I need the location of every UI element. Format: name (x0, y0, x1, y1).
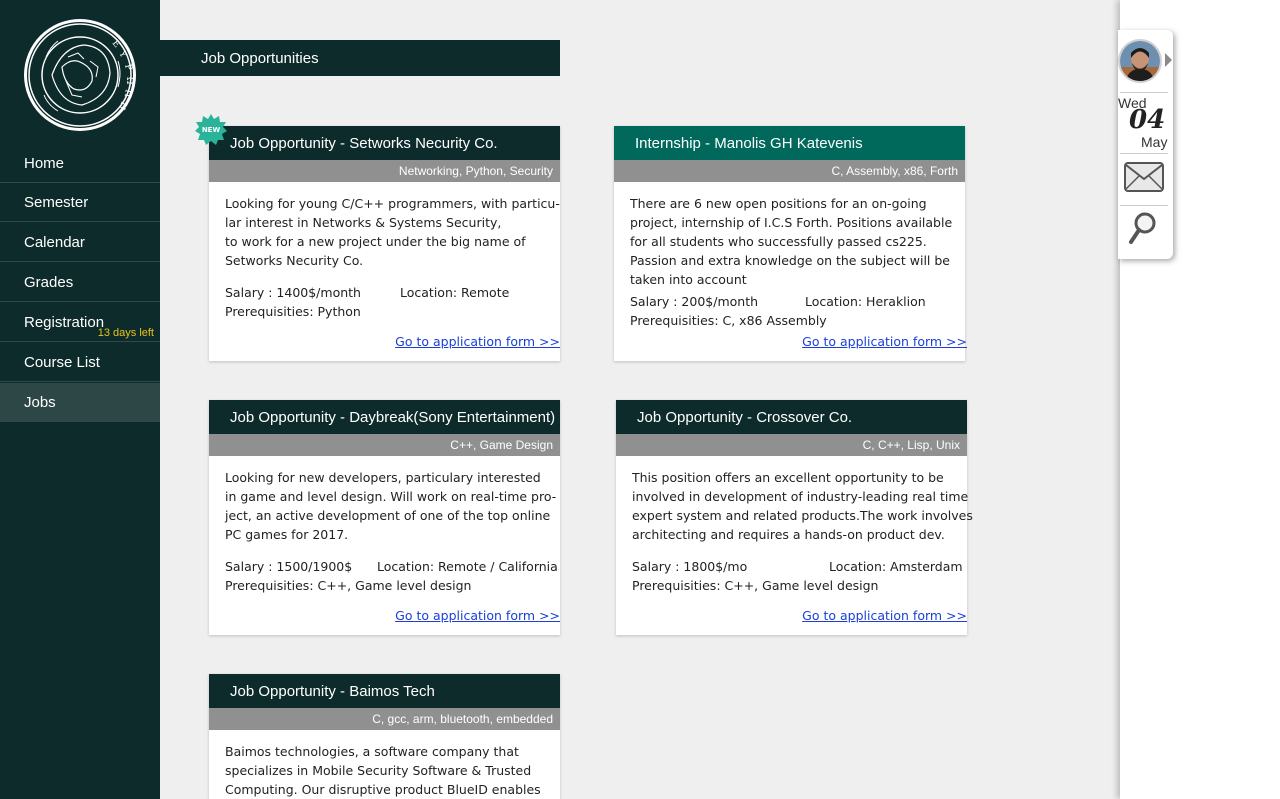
quick-access-widget: Wed 04 May (1118, 30, 1173, 259)
job-description-line: specializes in Mobile Security Software … (225, 763, 532, 778)
job-card-title: Job Opportunity - Baimos Tech (209, 674, 560, 708)
sidebar-item-label: Home (24, 155, 65, 172)
date-month: May (1141, 134, 1168, 150)
svg-text:Ω: Ω (124, 77, 134, 85)
sidebar-item-grades[interactable]: Grades (0, 263, 160, 302)
job-description-line: Looking for new developers, particulary … (225, 470, 541, 485)
job-description-line: involved in development of industry-lead… (632, 489, 969, 504)
job-description-line: lar interest in Networks & Systems Secur… (225, 215, 502, 230)
job-card: Job Opportunity - Daybreak(Sony Entertai… (209, 400, 560, 635)
job-prerequisites: Prerequisities: C, x86 Assembly (630, 313, 827, 328)
job-prerequisites: Prerequisities: C++, Game level design (225, 578, 472, 593)
job-card-body: Baimos technologies, a software company … (209, 730, 560, 799)
sidebar-nav: Home Semester Calendar Grades Registrati… (0, 145, 160, 423)
job-description-line: Looking for young C/C++ programmers, wit… (225, 196, 560, 211)
job-description-line: expert system and related products.The w… (632, 508, 973, 523)
job-card: Internship - Manolis GH Katevenis C, Ass… (614, 126, 967, 361)
job-description-line: to work for a new project under the big … (225, 234, 526, 249)
job-location: Location: Heraklion (805, 294, 926, 309)
job-card-body: This position offers an excellent opport… (616, 456, 973, 595)
job-salary: Salary : 200$/month (630, 294, 759, 309)
job-description-line: Computing. Our disruptive product BlueID… (225, 782, 541, 797)
page-title: Job Opportunities (160, 40, 560, 76)
job-prerequisites: Prerequisities: C++, Game level design (632, 578, 879, 593)
job-description-line: This position offers an excellent opport… (632, 470, 944, 485)
job-title-text: Job Opportunity - Daybreak(Sony Entertai… (230, 408, 556, 426)
job-card-body: Looking for new developers, particulary … (209, 456, 560, 595)
job-description-line: PC games for 2017. (225, 527, 349, 542)
job-card: Job Opportunity - Baimos Tech C, gcc, ar… (209, 674, 560, 799)
job-description-line: in game and level design. Will work on r… (225, 489, 557, 504)
divider (1120, 205, 1168, 206)
job-tags: C++, Game Design (209, 434, 560, 456)
job-prerequisites: Prerequisities: Python (225, 304, 361, 319)
job-meta: Salary : 1400$/month Location: Remote Pr… (225, 283, 560, 321)
sidebar-item-jobs[interactable]: Jobs (0, 383, 160, 422)
job-salary: Salary : 1500/1900$ (225, 559, 353, 574)
job-description-line: Baimos technologies, a software company … (225, 744, 519, 759)
job-title-text: Job Opportunity - Setworks Necurity Co. (230, 134, 498, 152)
job-description-line: project, internship of I.C.S Forth. Posi… (630, 215, 953, 230)
page-title-text: Job Opportunities (201, 49, 319, 67)
job-tags: C, Assembly, x86, Forth (614, 160, 965, 182)
search-icon[interactable] (1128, 211, 1158, 245)
job-description-line: for all students who successfully passed… (630, 234, 927, 249)
sidebar: Ε Υ Ρ Ω Π Η Home Semester Calendar Grade… (0, 0, 160, 799)
job-card-title: Job Opportunity - Setworks Necurity Co. (209, 126, 560, 160)
job-card-title: Job Opportunity - Daybreak(Sony Entertai… (209, 400, 560, 434)
application-form-link[interactable]: Go to application form >> (209, 334, 560, 349)
job-salary: Salary : 1400$/month (225, 285, 361, 300)
mail-icon[interactable] (1124, 162, 1164, 192)
sidebar-item-semester[interactable]: Semester (0, 184, 160, 222)
sidebar-item-registration[interactable]: Registration 13 days left (0, 303, 160, 342)
registration-deadline-note: 13 days left (97, 327, 154, 339)
sidebar-item-label: Semester (24, 194, 89, 211)
sidebar-item-label: Course List (24, 353, 100, 371)
job-title-text: Internship - Manolis GH Katevenis (635, 134, 863, 152)
job-card-body: Looking for young C/C++ programmers, wit… (209, 182, 560, 321)
job-title-text: Job Opportunity - Baimos Tech (230, 682, 435, 700)
application-form-link[interactable]: Go to application form >> (614, 334, 967, 349)
job-card-title: Internship - Manolis GH Katevenis (614, 126, 965, 160)
job-card: Job Opportunity - Setworks Necurity Co. … (209, 126, 560, 361)
job-description-line: Passion and extra knowledge on the subje… (630, 253, 950, 268)
job-card: Job Opportunity - Crossover Co. C, C++, … (616, 400, 973, 635)
job-card-body: There are 6 new open positions for an on… (614, 182, 965, 330)
job-salary: Salary : 1800$/mo (632, 559, 748, 574)
new-badge-icon: NEW (195, 114, 227, 145)
application-form-link[interactable]: Go to application form >> (209, 608, 560, 623)
divider (1120, 92, 1168, 93)
application-form-link[interactable]: Go to application form >> (616, 608, 967, 623)
sidebar-item-calendar[interactable]: Calendar (0, 223, 160, 262)
new-badge-text: NEW (202, 126, 221, 134)
job-location: Location: Remote (400, 285, 510, 300)
job-title-text: Job Opportunity - Crossover Co. (637, 408, 853, 426)
job-tags: Networking, Python, Security (209, 160, 560, 182)
job-description-line: taken into account (630, 272, 747, 287)
job-description-line: Setworks Necurity Co. (225, 253, 364, 268)
job-description-line: There are 6 new open positions for an on… (630, 196, 927, 211)
job-card-title: Job Opportunity - Crossover Co. (616, 400, 967, 434)
divider (1120, 153, 1168, 154)
sidebar-item-label: Jobs (24, 393, 56, 411)
job-meta: Salary : 1800$/mo Location: Amsterdam Pr… (632, 557, 967, 595)
sidebar-item-label: Grades (24, 273, 74, 291)
date-number: 04 (1129, 105, 1166, 135)
job-meta: Salary : 1500/1900$ Location: Remote / C… (225, 557, 560, 595)
sidebar-item-course-list[interactable]: Course List (0, 343, 160, 382)
job-location: Location: Amsterdam (829, 559, 963, 574)
university-seal-icon[interactable]: Ε Υ Ρ Ω Π Η (22, 17, 138, 133)
job-description-line: ject, an active development of one of th… (225, 508, 551, 523)
job-tags: C, gcc, arm, bluetooth, embedded (209, 708, 560, 730)
avatar-menu-arrow-icon[interactable] (1165, 53, 1172, 67)
job-tags: C, C++, Lisp, Unix (616, 434, 967, 456)
job-description-line: architecting and requires a hands-on pro… (632, 527, 945, 542)
sidebar-item-home[interactable]: Home (0, 145, 160, 183)
job-meta: Salary : 200$/month Location: Heraklion … (630, 292, 965, 330)
sidebar-item-label: Calendar (24, 233, 85, 251)
user-avatar-icon[interactable] (1118, 39, 1162, 83)
sidebar-item-label: Registration (24, 313, 105, 331)
job-location: Location: Remote / California (377, 559, 558, 574)
